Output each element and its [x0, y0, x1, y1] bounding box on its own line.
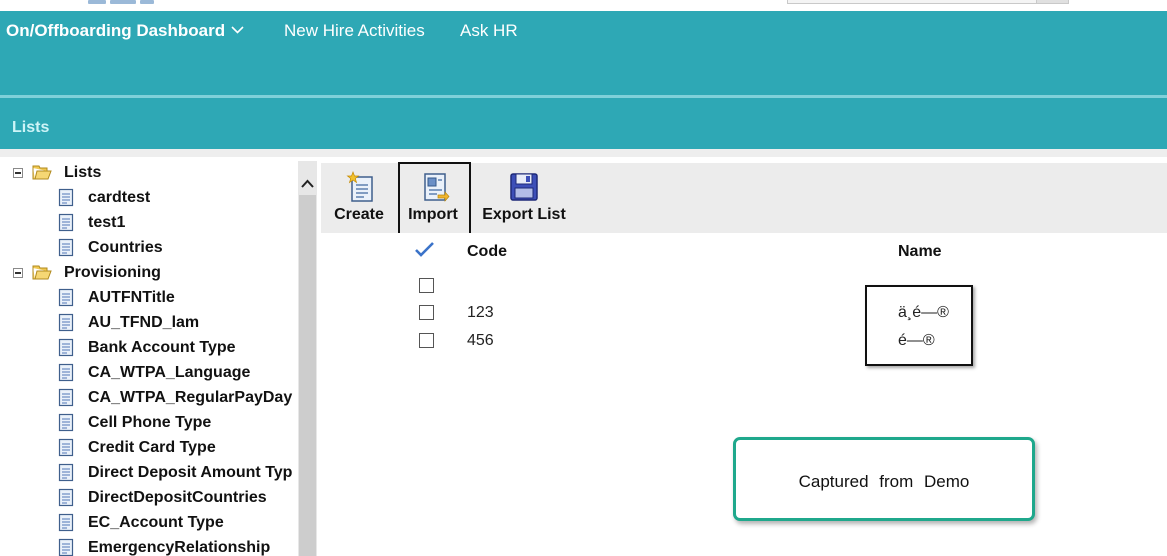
nav-label: On/Offboarding Dashboard — [6, 21, 226, 40]
column-header-code[interactable]: Code — [467, 243, 507, 261]
column-header-name[interactable]: Name — [898, 243, 942, 261]
document-icon — [58, 313, 74, 332]
tree-item[interactable]: CA_WTPA_Language — [0, 362, 297, 384]
nav-new-hire-activities[interactable]: New Hire Activities — [284, 21, 425, 41]
document-icon — [58, 513, 74, 532]
tree-item-label: EC_Account Type — [88, 514, 224, 531]
nav-onoffboarding-dashboard[interactable]: On/Offboarding Dashboard — [6, 21, 244, 41]
tree-item[interactable]: EC_Account Type — [0, 512, 297, 534]
document-icon — [58, 488, 74, 507]
tree-item[interactable]: Cell Phone Type — [0, 412, 297, 434]
nav-ask-hr[interactable]: Ask HR — [460, 21, 518, 41]
tree-item[interactable]: DirectDepositCountries — [0, 487, 297, 509]
tree-item-label: Direct Deposit Amount Typ — [88, 464, 293, 481]
name-highlight-box — [865, 285, 973, 366]
document-icon — [58, 363, 74, 382]
export-list-button[interactable]: Export List — [477, 163, 571, 233]
create-button[interactable]: Create — [329, 163, 389, 233]
tree-item-label: CA_WTPA_Language — [88, 364, 251, 381]
top-strip — [0, 0, 1167, 11]
import-highlight-box — [398, 162, 471, 236]
document-icon — [58, 188, 74, 207]
tree-item-label: DirectDepositCountries — [88, 489, 267, 506]
tree-group[interactable]: Lists — [0, 162, 297, 184]
cell-code: 456 — [467, 332, 494, 349]
tree-group-label: Lists — [64, 164, 102, 181]
document-icon — [58, 413, 74, 432]
tree-item[interactable]: AU_TFND_lam — [0, 312, 297, 334]
tree-item[interactable]: Direct Deposit Amount Typ — [0, 462, 297, 484]
tree-item[interactable]: Bank Account Type — [0, 337, 297, 359]
document-icon — [58, 463, 74, 482]
callout-text: Captured from Demo — [798, 472, 970, 491]
tree-item-label: AU_TFND_lam — [88, 314, 200, 331]
content-gap — [0, 149, 1167, 157]
tree-item-label: Credit Card Type — [88, 439, 216, 456]
tree-item-label: test1 — [88, 214, 126, 231]
search-box-fragment[interactable] — [787, 0, 1069, 4]
tree-group-label: Provisioning — [64, 264, 161, 281]
tree-item-label: Countries — [88, 239, 163, 256]
tree-item[interactable]: Countries — [0, 237, 297, 259]
tree-item[interactable]: cardtest — [0, 187, 297, 209]
tree-scrollbar[interactable] — [298, 161, 317, 556]
tree-item[interactable]: test1 — [0, 212, 297, 234]
list-tree: Lists cardtest test1 Countries Provisioning A… — [0, 157, 297, 556]
new-document-icon — [346, 171, 373, 202]
top-nav-bar: On/Offboarding Dashboard New Hire Activi… — [0, 11, 1167, 95]
logo-fragment — [88, 0, 158, 5]
tree-item-label: EmergencyRelationship — [88, 539, 271, 556]
tree-item-label: AUTFNTitle — [88, 289, 175, 306]
tree-item[interactable]: CA_WTPA_RegularPayDay — [0, 387, 297, 409]
document-icon — [58, 238, 74, 257]
tab-lists[interactable]: Lists — [12, 119, 49, 137]
document-icon — [58, 338, 74, 357]
tree-item-label: Cell Phone Type — [88, 414, 212, 431]
document-icon — [58, 538, 74, 556]
callout-box: Captured from Demo — [733, 437, 1035, 521]
document-icon — [58, 213, 74, 232]
scroll-up-icon[interactable] — [298, 175, 317, 191]
folder-icon — [32, 265, 52, 280]
tree-item-label: Bank Account Type — [88, 339, 236, 356]
folder-icon — [32, 165, 52, 180]
collapse-icon[interactable] — [13, 168, 23, 178]
row-checkbox[interactable] — [419, 305, 434, 320]
row-checkbox[interactable] — [419, 333, 434, 348]
chevron-down-icon — [231, 26, 244, 34]
document-icon — [58, 288, 74, 307]
tree-item[interactable]: Credit Card Type — [0, 437, 297, 459]
tree-item-label: CA_WTPA_RegularPayDay — [88, 389, 293, 406]
save-disk-icon — [510, 173, 538, 201]
row-checkbox[interactable] — [419, 278, 434, 293]
document-icon — [58, 388, 74, 407]
scroll-thumb[interactable] — [299, 195, 316, 556]
sub-header: Lists — [0, 98, 1167, 149]
tree-group[interactable]: Provisioning — [0, 262, 297, 284]
export-list-label: Export List — [482, 206, 566, 223]
tree-item[interactable]: AUTFNTitle — [0, 287, 297, 309]
checkmark-icon[interactable] — [414, 241, 436, 259]
tree-item[interactable]: EmergencyRelationship — [0, 537, 297, 556]
document-icon — [58, 438, 74, 457]
collapse-icon[interactable] — [13, 268, 23, 278]
create-label: Create — [334, 206, 384, 223]
tree-item-label: cardtest — [88, 189, 151, 206]
cell-code: 123 — [467, 304, 494, 321]
